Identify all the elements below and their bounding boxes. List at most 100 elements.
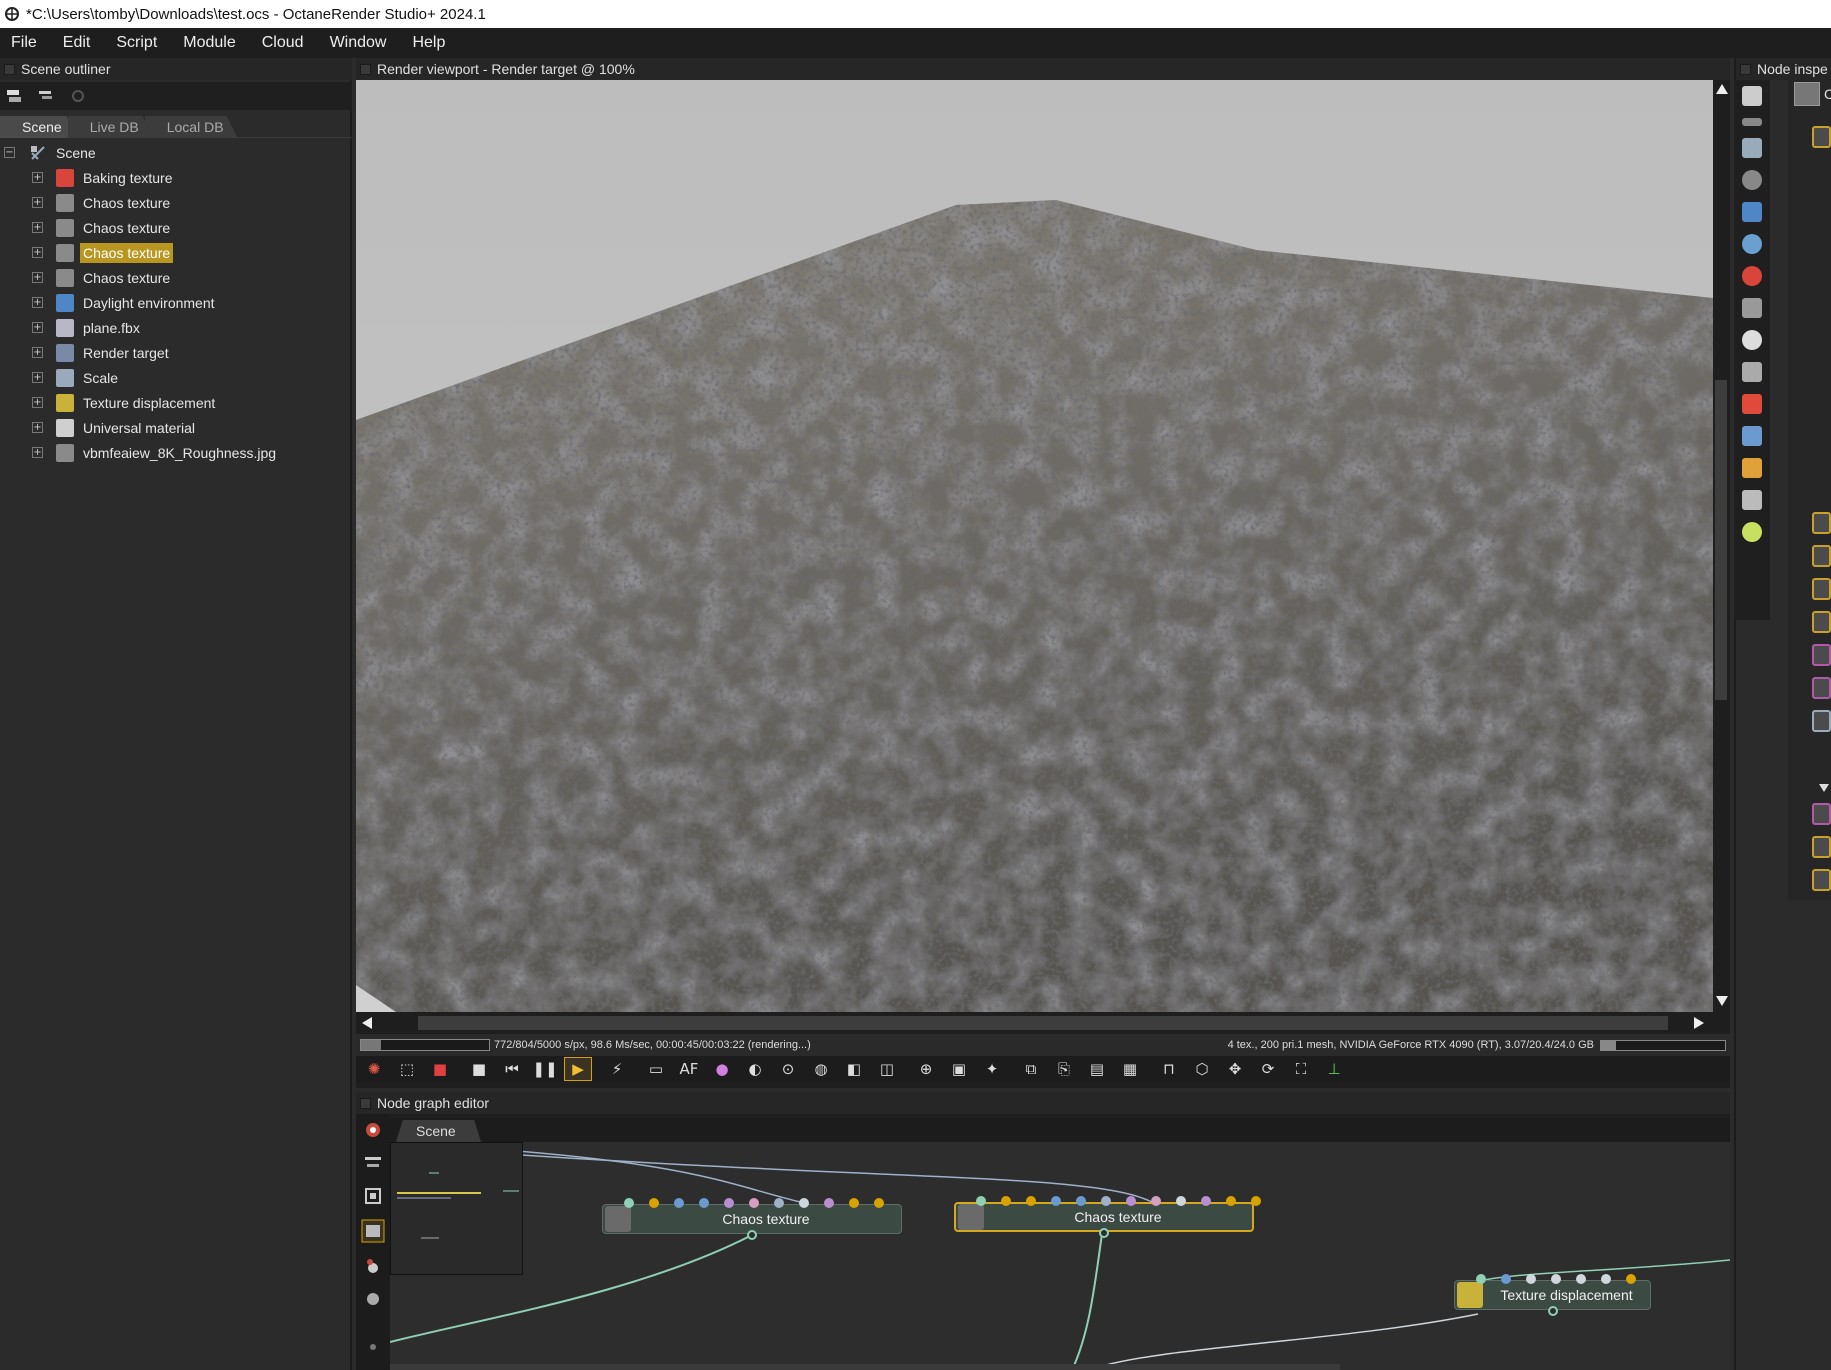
white-balance-icon[interactable]: ◐ (741, 1057, 769, 1081)
render-layer-icon[interactable] (1742, 458, 1762, 478)
camera-picker-icon[interactable]: ◫ (873, 1057, 901, 1081)
expand-icon[interactable]: + (32, 297, 43, 308)
tree-item[interactable]: + Scale (0, 365, 352, 390)
expand-all-icon[interactable] (1742, 86, 1762, 106)
input-pin[interactable] (1601, 1274, 1611, 1284)
param-slot-10[interactable] (1812, 869, 1831, 891)
tree-item[interactable]: + Chaos texture (0, 190, 352, 215)
input-pin[interactable] (849, 1198, 859, 1208)
paste-icon[interactable]: ⎘ (1050, 1057, 1078, 1081)
input-pin[interactable] (799, 1198, 809, 1208)
input-pin[interactable] (1476, 1274, 1486, 1284)
param-slot-2[interactable] (1812, 545, 1831, 567)
param-slot-5[interactable] (1812, 644, 1831, 666)
input-pin[interactable] (1251, 1196, 1261, 1206)
geometry-icon[interactable] (1742, 426, 1762, 446)
panel-grip-icon[interactable] (1740, 63, 1751, 75)
param-slot-3[interactable] (1812, 578, 1831, 600)
picker-icon[interactable]: ⊙ (774, 1057, 802, 1081)
expand-icon[interactable]: + (32, 247, 43, 258)
save-icon[interactable]: ▤ (1083, 1057, 1111, 1081)
axis-icon[interactable]: ⊥ (1320, 1057, 1348, 1081)
viewport-horizontal-scrollbar[interactable] (356, 1012, 1730, 1034)
lightning-icon[interactable]: ⚡ (603, 1057, 631, 1081)
sphere-icon[interactable] (363, 1289, 383, 1309)
color-icon[interactable]: ● (708, 1057, 736, 1081)
arrange-nodes-icon[interactable] (363, 1153, 383, 1173)
input-pin[interactable] (1126, 1196, 1136, 1206)
tree-item[interactable]: + Chaos texture (0, 215, 352, 240)
input-pin[interactable] (1076, 1196, 1086, 1206)
expand-all-icon[interactable] (4, 86, 24, 106)
expand-icon[interactable]: + (32, 322, 43, 333)
scroll-left-icon[interactable] (362, 1017, 372, 1029)
scroll-up-icon[interactable] (1716, 84, 1728, 94)
octane-logo-icon[interactable]: ✺ (360, 1057, 388, 1081)
expand-icon[interactable]: + (32, 347, 43, 358)
render-image[interactable] (356, 80, 1713, 1012)
tree-item[interactable]: + Chaos texture (0, 240, 352, 265)
panel-grip-icon[interactable] (360, 63, 371, 75)
root-node-bar[interactable] (390, 1364, 1340, 1370)
imager-icon[interactable] (1742, 490, 1762, 510)
pause-icon[interactable]: ❚❚ (531, 1057, 559, 1081)
input-pin[interactable] (1501, 1274, 1511, 1284)
expand-icon[interactable]: + (32, 397, 43, 408)
tree-item[interactable]: + Baking texture (0, 165, 352, 190)
scroll-right-icon[interactable] (1694, 1017, 1704, 1029)
camera-icon[interactable] (1742, 170, 1762, 190)
fit-view-icon[interactable] (363, 1186, 383, 1206)
material-ball-icon[interactable] (363, 1256, 383, 1276)
expand-icon[interactable]: + (32, 372, 43, 383)
param-slot-9[interactable] (1812, 836, 1831, 858)
expand-icon[interactable]: + (32, 222, 43, 233)
param-slot-8[interactable] (1812, 803, 1831, 825)
tab-live-db[interactable]: Live DB (67, 116, 153, 138)
collapse-all-icon[interactable] (36, 86, 56, 106)
param-slot-1[interactable] (1812, 512, 1831, 534)
box-icon[interactable]: ⬡ (1188, 1057, 1216, 1081)
zoom-icon[interactable]: ⊕ (912, 1057, 940, 1081)
input-pin[interactable] (1201, 1196, 1211, 1206)
menu-module[interactable]: Module (172, 34, 250, 52)
rotate-icon[interactable]: ⟳ (1254, 1057, 1282, 1081)
object-picker-icon[interactable]: ◧ (840, 1057, 868, 1081)
param-slot-4[interactable] (1812, 611, 1831, 633)
stop-icon[interactable]: ■ (465, 1057, 493, 1081)
export-icon[interactable]: ▦ (1116, 1057, 1144, 1081)
cube-icon[interactable]: ■ (426, 1057, 454, 1081)
input-pin[interactable] (1626, 1274, 1636, 1284)
viewport-vertical-scrollbar[interactable] (1713, 80, 1730, 1012)
chevron-down-icon[interactable] (1819, 784, 1829, 792)
input-pin[interactable] (976, 1196, 986, 1206)
collapse-icon[interactable]: − (4, 147, 15, 158)
tab-scene[interactable]: Scene (0, 116, 76, 138)
lock-icon[interactable]: ⊓ (1155, 1057, 1183, 1081)
param-slot-6[interactable] (1812, 677, 1831, 699)
tree-item[interactable]: + Render target (0, 340, 352, 365)
menu-cloud[interactable]: Cloud (251, 34, 319, 52)
panel-grip-icon[interactable] (4, 63, 15, 75)
restart-icon[interactable]: ⏮ (498, 1057, 526, 1081)
input-pin[interactable] (674, 1198, 684, 1208)
film-settings-icon[interactable] (1742, 298, 1762, 318)
input-pin[interactable] (1151, 1196, 1161, 1206)
tree-root-scene[interactable]: − Scene (0, 140, 352, 165)
output-pin[interactable] (1547, 1306, 1558, 1316)
node-graph-icon[interactable] (361, 1219, 385, 1243)
move-icon[interactable]: ✥ (1221, 1057, 1249, 1081)
material-picker-icon[interactable]: ◍ (807, 1057, 835, 1081)
tree-item[interactable]: + Daylight environment (0, 290, 352, 315)
expand-icon[interactable]: + (32, 172, 43, 183)
menu-window[interactable]: Window (319, 34, 402, 52)
display-icon[interactable]: ▭ (642, 1057, 670, 1081)
input-pin[interactable] (624, 1198, 634, 1208)
panel-grip-icon[interactable] (360, 1097, 371, 1109)
input-pin[interactable] (1226, 1196, 1236, 1206)
tab-local-db[interactable]: Local DB (144, 116, 238, 138)
input-pin[interactable] (724, 1198, 734, 1208)
menu-file[interactable]: File (0, 34, 52, 52)
visible-environment-icon[interactable] (1742, 234, 1762, 254)
play-icon[interactable]: ▶ (564, 1057, 592, 1081)
expand-icon[interactable]: + (32, 272, 43, 283)
